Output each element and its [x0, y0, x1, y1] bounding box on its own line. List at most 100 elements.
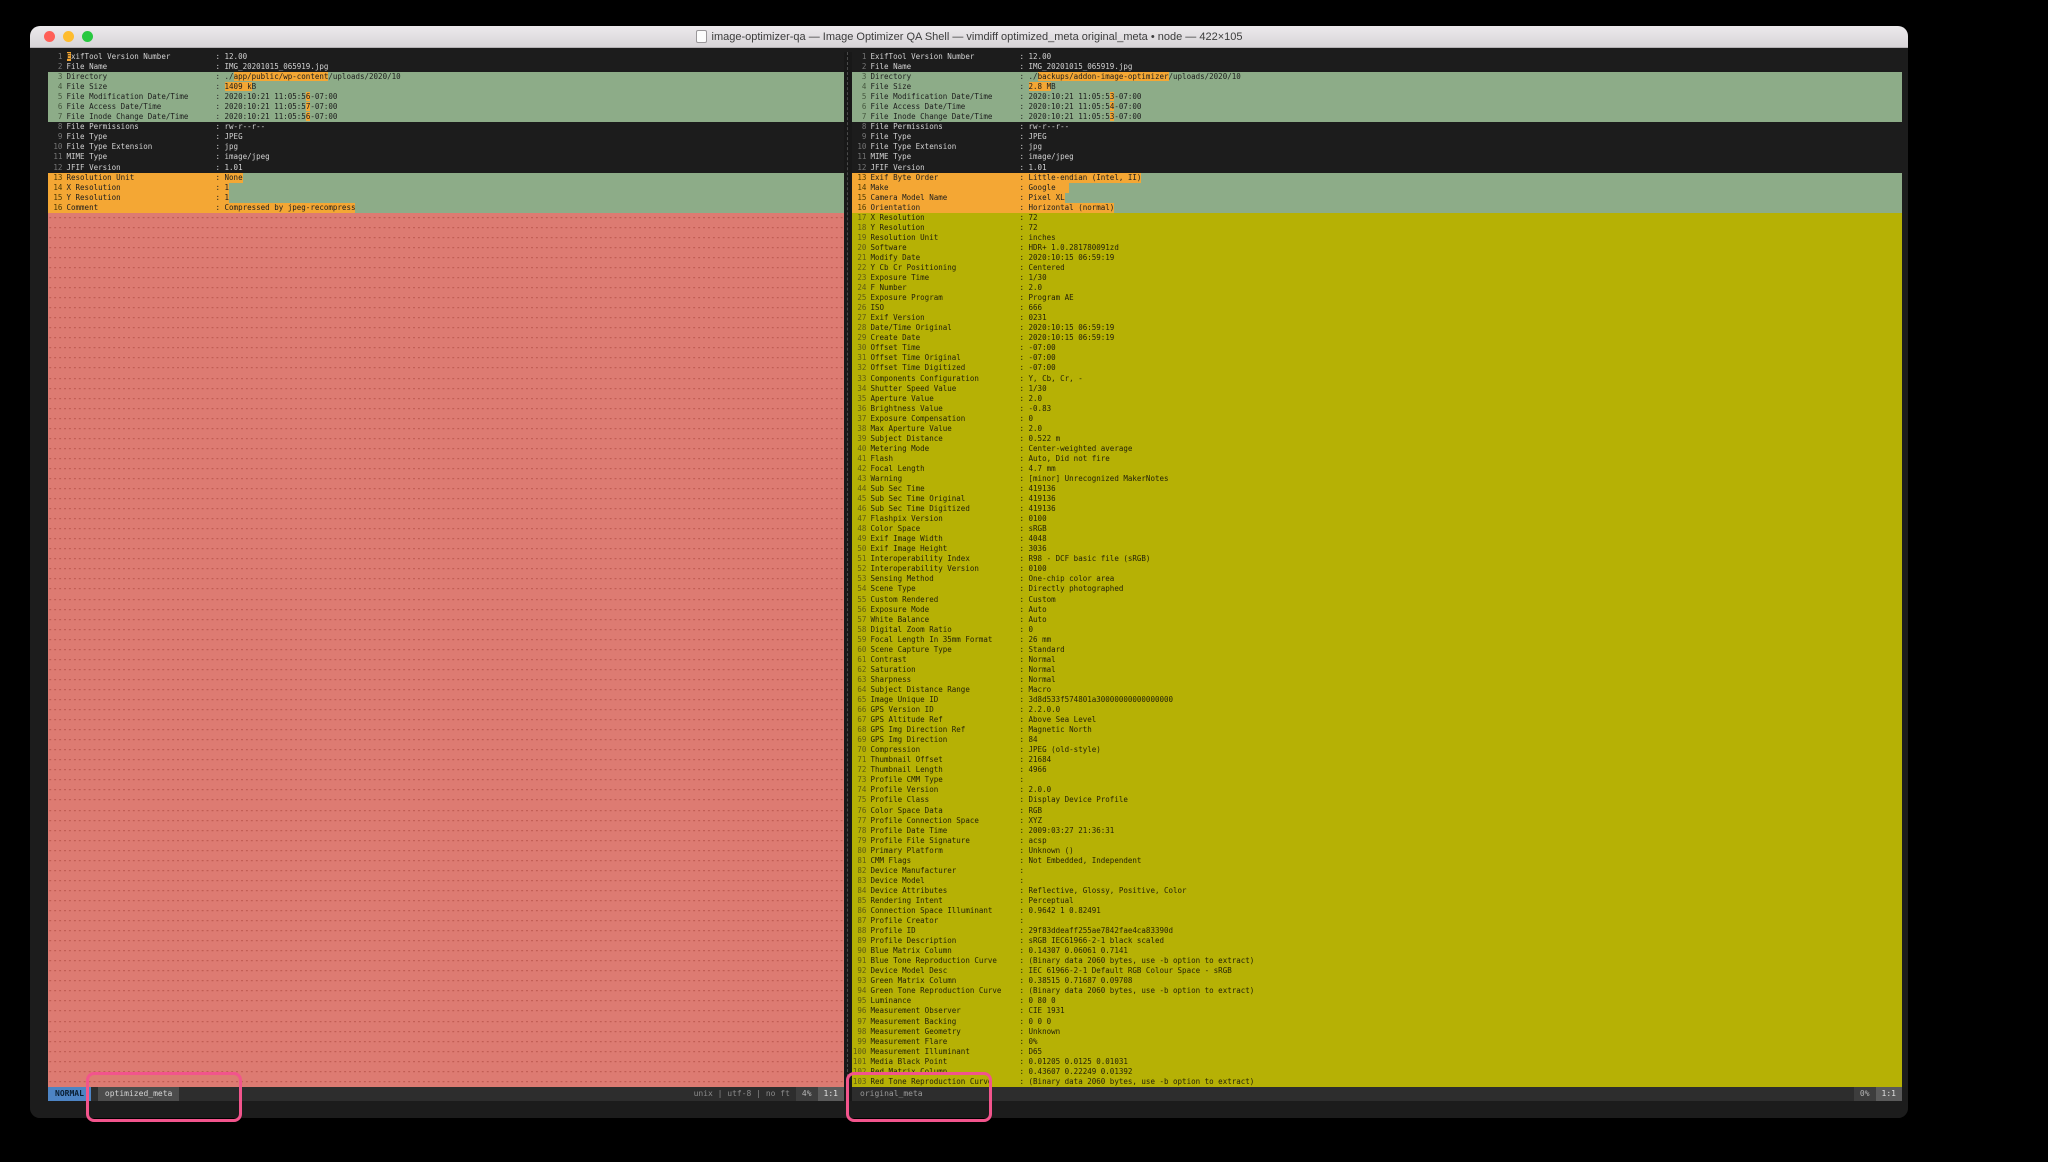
diff-row: 6 File Access Date/Time: 2020:10:21 11:05…	[48, 102, 844, 113]
diff-filler-row: ----------------------------------------…	[48, 745, 844, 756]
diff-filler-row: ----------------------------------------…	[48, 252, 844, 263]
diff-row: 33 Components Configuration: Y, Cb, Cr, -	[852, 373, 1902, 384]
diff-filler-row: ----------------------------------------…	[48, 604, 844, 615]
diff-filler-row: ----------------------------------------…	[48, 1036, 844, 1047]
diff-filler-row: ----------------------------------------…	[48, 905, 844, 917]
diff-filler-row: ----------------------------------------…	[48, 473, 844, 485]
diff-row: 44 Sub Sec Time: 419136	[852, 484, 1902, 495]
diff-row: 21 Modify Date: 2020:10:15 06:59:19	[852, 252, 1902, 263]
traffic-lights	[44, 31, 93, 42]
diff-filler-row: ----------------------------------------…	[48, 293, 844, 304]
diff-filler-row: ----------------------------------------…	[48, 343, 844, 354]
diff-filler-row: ----------------------------------------…	[48, 554, 844, 565]
diff-row: 14 Make: Google	[852, 182, 1902, 193]
diff-filler-row: ----------------------------------------…	[48, 514, 844, 525]
diff-filler-row: ----------------------------------------…	[48, 413, 844, 424]
diff-row: 26 ISO: 666	[852, 303, 1902, 314]
diff-filler-row: ----------------------------------------…	[48, 363, 844, 374]
diff-filler-row: ----------------------------------------…	[48, 1056, 844, 1067]
diff-filler-row: ----------------------------------------…	[48, 1006, 844, 1017]
diff-row: 79 Profile File Signature: acsp	[852, 835, 1902, 846]
diff-filler-row: ----------------------------------------…	[48, 644, 844, 655]
diff-filler-row: ----------------------------------------…	[48, 865, 844, 876]
diff-row: 75 Profile Class: Display Device Profile	[852, 795, 1902, 806]
diff-row: 8 File Permissions: rw-r--r--	[57, 122, 266, 132]
diff-row: 96 Measurement Observer: CIE 1931	[852, 1006, 1902, 1017]
diff-filler-row: ----------------------------------------…	[48, 262, 844, 274]
diff-row: 59 Focal Length In 35mm Format: 26 mm	[852, 634, 1902, 645]
diff-row: 58 Digital Zoom Ratio: 0	[852, 624, 1902, 635]
scroll-percent-right: 0%	[1853, 1086, 1876, 1101]
statusline-right: original_meta 0% 1:1	[852, 1086, 1902, 1101]
diff-filler-row: ----------------------------------------…	[48, 393, 844, 404]
diff-row: 102 Red Matrix Column: 0.43607 0.22249 0.…	[852, 1066, 1902, 1077]
diff-row: 98 Measurement Geometry: Unknown	[852, 1026, 1902, 1037]
zoom-button-icon[interactable]	[82, 31, 93, 42]
diff-filler-row: ----------------------------------------…	[48, 715, 844, 726]
diff-row: 10 File Type Extension: jpg	[857, 142, 1043, 152]
diff-row: 25 Exposure Program: Program AE	[852, 293, 1902, 304]
diff-row: 80 Primary Platform: Unknown ()	[852, 845, 1902, 856]
diff-row: 13 Exif Byte Order: Little-endian (Intel,…	[852, 172, 1902, 183]
diff-filler-row: ----------------------------------------…	[48, 775, 844, 786]
diff-row: 7 File Inode Change Date/Time: 2020:10:21…	[48, 112, 844, 123]
diff-row: 90 Blue Matrix Column: 0.14307 0.06061 0.…	[852, 946, 1902, 957]
diff-row: 97 Measurement Backing: 0 0 0	[852, 1016, 1902, 1027]
titlebar[interactable]: image-optimizer-qa — Image Optimizer QA …	[30, 26, 1908, 48]
diff-row: 95 Luminance: 0 80 0	[852, 996, 1902, 1007]
diff-filler-row: ----------------------------------------…	[48, 725, 844, 736]
diff-row: 30 Offset Time: -07:00	[852, 343, 1902, 354]
diff-row: 83 Device Model:	[852, 875, 1902, 886]
diff-filler-row: ----------------------------------------…	[48, 855, 844, 866]
diff-row: 1 ExifTool Version Number: 12.00	[861, 52, 1052, 61]
diff-row: 32 Offset Time Digitized: -07:00	[852, 363, 1902, 374]
diff-row: 46 Sub Sec Time Digitized: 419136	[852, 504, 1902, 515]
diff-filler-row: ----------------------------------------…	[48, 845, 844, 856]
vimdiff-terminal: 1 ExifTool Version Number: 12.00 2 File Nam…	[30, 48, 1908, 1118]
diff-filler-row: ----------------------------------------…	[48, 785, 844, 796]
close-button-icon[interactable]	[44, 31, 55, 42]
diff-row: 49 Exif Image Width: 4048	[852, 534, 1902, 545]
diff-row: 99 Measurement Flare: 0%	[852, 1036, 1902, 1047]
diff-filler-row: ----------------------------------------…	[48, 463, 844, 474]
diff-row: 1 ExifTool Version Number: 12.00	[57, 52, 248, 61]
diff-filler-row: ----------------------------------------…	[48, 443, 844, 454]
diff-filler-row: ----------------------------------------…	[48, 564, 844, 575]
diff-row: 92 Device Model Desc: IEC 61966-2-1 Defau…	[852, 966, 1902, 977]
diff-row: 23 Exposure Time: 1/30	[852, 273, 1902, 284]
diff-pane-optimized-meta[interactable]: 1 ExifTool Version Number: 12.00 2 File Nam…	[48, 52, 844, 1087]
diff-row: 8 File Permissions: rw-r--r--	[861, 122, 1070, 132]
diff-filler-row: ----------------------------------------…	[48, 875, 844, 886]
diff-row: 4 File Size: 2.8 MB	[852, 82, 1902, 93]
diff-row: 91 Blue Tone Reproduction Curve: (Binary …	[852, 956, 1902, 967]
diff-row: 5 File Modification Date/Time: 2020:10:21…	[48, 92, 844, 103]
diff-filler-row: ----------------------------------------…	[48, 494, 844, 505]
cursor-position-right: 1:1	[1875, 1086, 1902, 1101]
diff-pane-original-meta[interactable]: 1 ExifTool Version Number: 12.00 2 File Nam…	[852, 52, 1902, 1087]
diff-filler-row: ----------------------------------------…	[48, 433, 844, 444]
diff-filler-row: ----------------------------------------…	[48, 755, 844, 766]
diff-row: 53 Sensing Method: One-chip color area	[852, 574, 1902, 585]
diff-row: 4 File Size: 1409 kB	[48, 82, 844, 93]
minimize-button-icon[interactable]	[63, 31, 74, 42]
diff-row: 24 F Number: 2.0	[852, 283, 1902, 294]
diff-row: 9 File Type: JPEG	[861, 132, 1047, 142]
diff-filler-row: ----------------------------------------…	[48, 1016, 844, 1027]
diff-row: 67 GPS Altitude Ref: Above Sea Level	[852, 715, 1902, 726]
diff-row: 16 Comment: Compressed by jpeg-recompress	[48, 202, 844, 213]
diff-row: 101 Media Black Point: 0.01205 0.0125 0.0…	[852, 1056, 1902, 1067]
diff-row: 15 Y Resolution: 1	[48, 192, 844, 203]
diff-row: 3 Directory: ./app/public/wp-content/uplo…	[48, 72, 844, 83]
diff-row: 78 Profile Date Time: 2009:03:27 21:36:31	[852, 825, 1902, 836]
diff-row: 45 Sub Sec Time Original: 419136	[852, 494, 1902, 505]
diff-row: 77 Profile Connection Space: XYZ	[852, 815, 1902, 826]
diff-filler-row: ----------------------------------------…	[48, 273, 844, 284]
diff-filler-row: ----------------------------------------…	[48, 584, 844, 595]
diff-row: 13 Resolution Unit: None	[48, 172, 844, 183]
diff-filler-row: ----------------------------------------…	[48, 624, 844, 635]
diff-row: 16 Orientation: Horizontal (normal)	[852, 202, 1902, 213]
diff-row: 52 Interoperability Version: 0100	[852, 564, 1902, 575]
window-separator[interactable]	[844, 52, 852, 1087]
diff-row: 61 Contrast: Normal	[852, 654, 1902, 665]
diff-row: 55 Custom Rendered: Custom	[852, 594, 1902, 605]
